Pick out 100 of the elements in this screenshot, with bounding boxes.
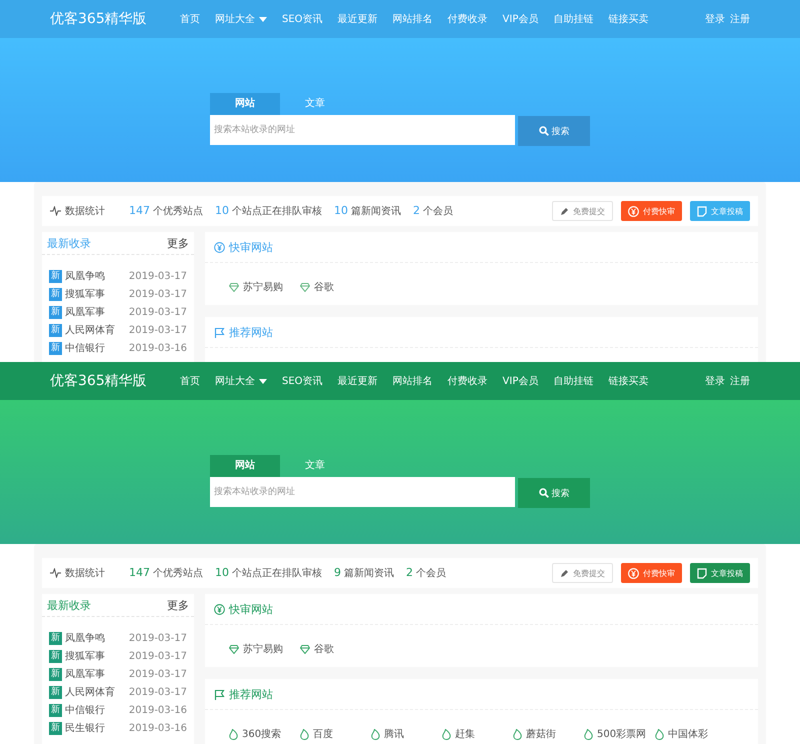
diamond-icon: [300, 644, 310, 654]
nav-link[interactable]: VIP会员: [502, 12, 538, 26]
search-tab[interactable]: 文章: [280, 455, 350, 477]
stat-text: 个站点正在排队审核: [232, 566, 322, 580]
nav-link[interactable]: 网址大全: [215, 374, 267, 388]
date-text: 2019-03-17: [128, 668, 187, 680]
site-logo[interactable]: 优客365精华版: [50, 10, 180, 28]
site-link[interactable]: 中信银行: [65, 703, 129, 717]
yen-icon: [214, 242, 225, 252]
panel-title: 最新收录: [47, 598, 91, 612]
search-field[interactable]: 搜索本站收录的网址: [210, 115, 515, 145]
new-badge: 新: [49, 722, 62, 734]
search-button[interactable]: 搜索: [518, 116, 590, 146]
site-link[interactable]: 中国体彩: [655, 727, 726, 741]
nav-link[interactable]: 最近更新: [338, 374, 378, 388]
date-text: 2019-03-17: [128, 306, 187, 318]
nav-link[interactable]: 自助挂链: [553, 12, 594, 26]
nav-link[interactable]: 首页: [180, 12, 200, 26]
stat-text: 个优秀站点: [153, 566, 203, 580]
plain-button[interactable]: 免费提交: [552, 201, 613, 221]
site-link[interactable]: 人民网体育: [65, 323, 129, 337]
pulse-icon: [50, 206, 61, 216]
stat-count: 2: [406, 566, 413, 579]
nav-link[interactable]: 链接买卖: [608, 374, 648, 388]
pencil-icon: [560, 568, 569, 578]
account-link[interactable]: 登录: [705, 12, 725, 26]
section-title: 推荐网站: [229, 686, 273, 702]
date-text: 2019-03-17: [128, 270, 187, 282]
site-link[interactable]: 苏宁易购: [229, 642, 300, 656]
panel-title: 最新收录: [47, 236, 91, 250]
new-badge: 新: [49, 650, 62, 662]
post-button[interactable]: 文章投稿: [690, 201, 750, 221]
more-link[interactable]: 更多: [167, 598, 189, 612]
site-link[interactable]: 百度: [300, 727, 371, 741]
section-title: 快审网站: [229, 240, 273, 254]
nav-link[interactable]: 最近更新: [338, 12, 378, 26]
site-link[interactable]: 搜狐军事: [65, 287, 129, 301]
account-link[interactable]: 注册: [730, 374, 750, 388]
new-badge: 新: [49, 324, 62, 336]
nav-link[interactable]: 网址大全: [215, 12, 267, 26]
search-button[interactable]: 搜索: [518, 478, 590, 508]
nav-link[interactable]: 付费收录: [448, 374, 488, 388]
new-badge: 新: [49, 686, 62, 698]
search-tab[interactable]: 网站: [210, 93, 280, 115]
nav-link[interactable]: 链接买卖: [608, 12, 648, 26]
stat-count: 9: [334, 566, 341, 579]
nav-link[interactable]: 网站排名: [392, 12, 433, 26]
site-link[interactable]: 赶集: [442, 727, 513, 741]
paid-button[interactable]: 付费快审: [621, 563, 682, 583]
date-text: 2019-03-17: [128, 650, 187, 662]
plain-button[interactable]: 免费提交: [552, 563, 613, 583]
site-link[interactable]: 蘑菇街: [513, 727, 584, 741]
yen-icon: [628, 206, 639, 216]
more-link[interactable]: 更多: [167, 236, 189, 250]
stat-count: 2: [413, 204, 420, 217]
site-link[interactable]: 中信银行: [65, 341, 129, 355]
nav-link[interactable]: 首页: [180, 374, 200, 388]
new-badge: 新: [49, 632, 62, 644]
diamond-icon: [229, 282, 239, 292]
date-text: 2019-03-16: [128, 342, 187, 354]
yen-icon: [214, 604, 225, 614]
site-link[interactable]: 凤凰争鸣: [65, 631, 129, 645]
account-link[interactable]: 登录: [705, 374, 725, 388]
new-badge: 新: [49, 288, 62, 300]
search-icon: [538, 488, 548, 498]
yen-icon: [628, 568, 639, 578]
account-link[interactable]: 注册: [730, 12, 750, 26]
search-tab[interactable]: 文章: [280, 93, 350, 115]
search-field[interactable]: 搜索本站收录的网址: [210, 477, 515, 507]
date-text: 2019-03-16: [128, 722, 187, 734]
nav-link[interactable]: VIP会员: [502, 374, 538, 388]
stat-text: 篇新闻资讯: [344, 566, 394, 580]
site-link[interactable]: 凤凰军事: [65, 667, 129, 681]
stat-count: 10: [215, 566, 229, 579]
stat-text: 个优秀站点: [153, 204, 203, 218]
nav-link[interactable]: 自助挂链: [553, 374, 594, 388]
post-button[interactable]: 文章投稿: [690, 563, 750, 583]
nav-link[interactable]: SEO资讯: [282, 374, 323, 388]
section-title: 推荐网站: [229, 324, 273, 340]
site-link[interactable]: 凤凰争鸣: [65, 269, 129, 283]
site-link[interactable]: 凤凰军事: [65, 305, 129, 319]
paid-button[interactable]: 付费快审: [621, 201, 682, 221]
stat-text: 篇新闻资讯: [351, 204, 401, 218]
site-link[interactable]: 360搜索: [229, 727, 300, 741]
site-link[interactable]: 民生银行: [65, 721, 129, 735]
nav-link[interactable]: 网站排名: [392, 374, 433, 388]
diamond-icon: [300, 282, 310, 292]
site-link[interactable]: 苏宁易购: [229, 280, 300, 294]
site-link[interactable]: 谷歌: [300, 280, 371, 294]
nav-link[interactable]: 付费收录: [448, 12, 488, 26]
site-link[interactable]: 腾讯: [371, 727, 442, 741]
site-link[interactable]: 搜狐军事: [65, 649, 129, 663]
search-tab[interactable]: 网站: [210, 455, 280, 477]
nav-link[interactable]: SEO资讯: [282, 12, 323, 26]
stat-text: 个会员: [416, 567, 446, 580]
stat-count: 10: [334, 204, 348, 217]
site-link[interactable]: 500彩票网: [584, 727, 655, 741]
site-logo[interactable]: 优客365精华版: [50, 372, 180, 390]
site-link[interactable]: 人民网体育: [65, 685, 129, 699]
site-link[interactable]: 谷歌: [300, 642, 371, 656]
